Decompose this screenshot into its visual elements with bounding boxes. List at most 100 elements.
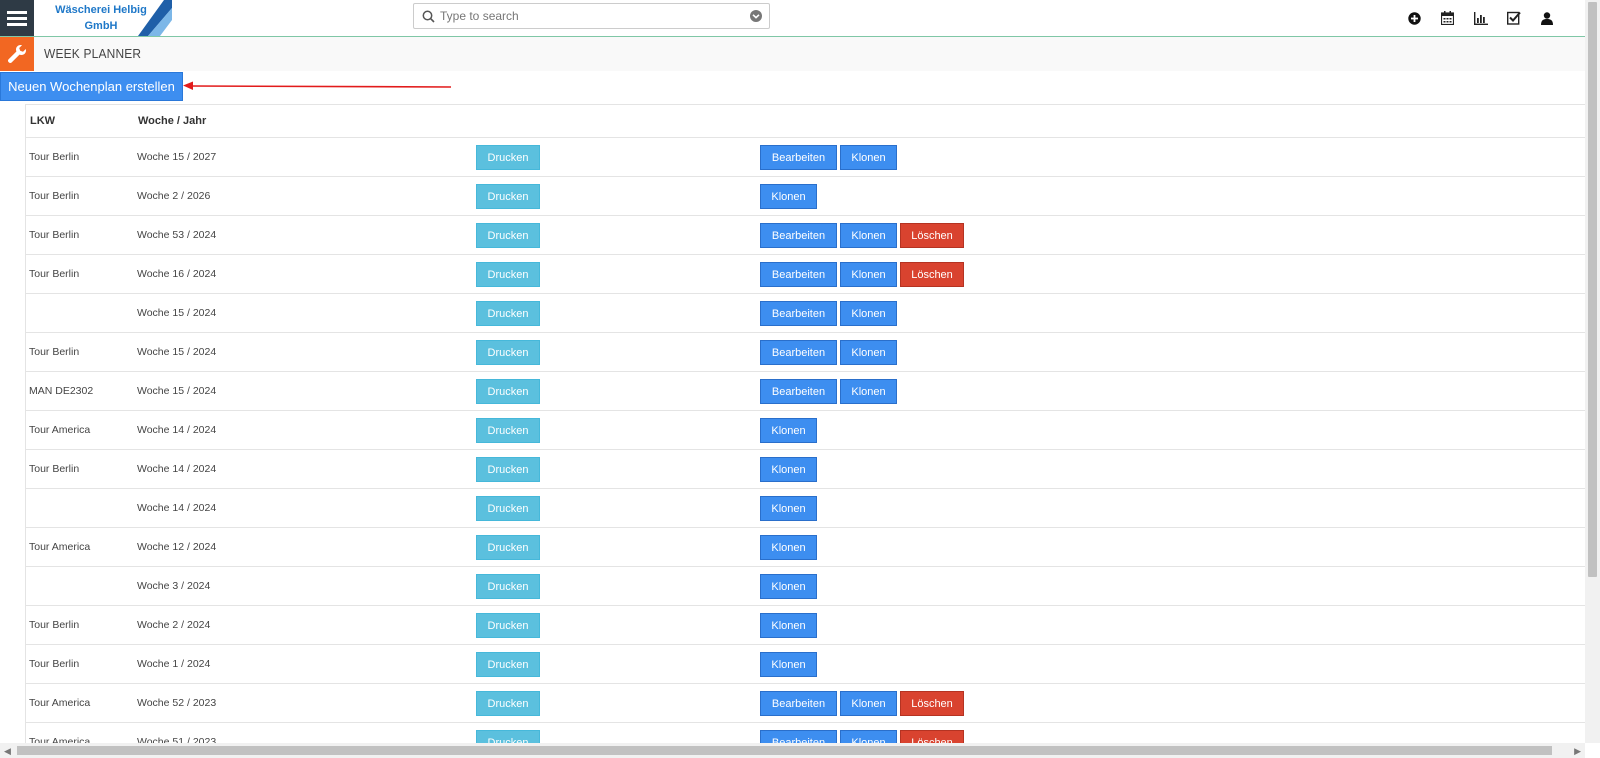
column-header-week: Woche / Jahr (138, 115, 207, 127)
create-week-plan-button[interactable]: Neuen Wochenplan erstellen (0, 72, 183, 101)
clone-button[interactable]: Klonen (760, 574, 817, 599)
print-button[interactable]: Drucken (476, 652, 540, 677)
edit-button[interactable]: Bearbeiten (760, 340, 837, 365)
clone-button[interactable]: Klonen (840, 340, 897, 365)
calendar-icon (1441, 11, 1454, 25)
print-button[interactable]: Drucken (476, 379, 540, 404)
clone-button[interactable]: Klonen (840, 223, 897, 248)
column-header-lkw: LKW (30, 115, 56, 127)
delete-button[interactable]: Löschen (900, 691, 964, 716)
clone-button[interactable]: Klonen (840, 379, 897, 404)
edit-button[interactable]: Bearbeiten (760, 223, 837, 248)
clone-button[interactable]: Klonen (760, 457, 817, 482)
clone-button[interactable]: Klonen (840, 145, 897, 170)
horizontal-scrollbar[interactable]: ◀ ▶ (0, 743, 1585, 758)
row-actions: Klonen (760, 574, 817, 599)
print-button[interactable]: Drucken (476, 535, 540, 560)
scroll-left-icon[interactable]: ◀ (4, 746, 11, 757)
print-button[interactable]: Drucken (476, 340, 540, 365)
clone-button[interactable]: Klonen (760, 613, 817, 638)
delete-button[interactable]: Löschen (900, 262, 964, 287)
table-row: Tour Berlin Woche 53 / 2024 Drucken Bearbei… (26, 216, 1586, 255)
row-actions: Bearbeiten Klonen (760, 301, 897, 326)
cell-lkw: Tour Berlin (29, 268, 80, 280)
print-button[interactable]: Drucken (476, 574, 540, 599)
cell-week: Woche 15 / 2024 (137, 307, 217, 319)
logo-mark-icon (138, 0, 172, 36)
table-row: Tour Berlin Woche 2 / 2026 Drucken Klonen (26, 177, 1586, 216)
row-actions: Bearbeiten Klonen (760, 379, 897, 404)
row-actions: Klonen (760, 184, 817, 209)
user-menu-button[interactable] (1530, 9, 1563, 27)
horizontal-scroll-thumb[interactable] (17, 746, 1552, 755)
cell-week: Woche 15 / 2024 (137, 385, 217, 397)
print-button[interactable]: Drucken (476, 691, 540, 716)
edit-button[interactable]: Bearbeiten (760, 691, 837, 716)
cell-lkw: Tour Berlin (29, 190, 80, 202)
clone-button[interactable]: Klonen (760, 652, 817, 677)
cell-week: Woche 1 / 2024 (137, 658, 211, 670)
row-actions: Klonen (760, 496, 817, 521)
edit-button[interactable]: Bearbeiten (760, 379, 837, 404)
user-icon (1540, 11, 1553, 25)
scroll-right-icon[interactable]: ▶ (1574, 746, 1581, 757)
cell-lkw: Tour America (29, 697, 91, 709)
print-button[interactable]: Drucken (476, 301, 540, 326)
search-input[interactable] (440, 7, 740, 25)
print-button[interactable]: Drucken (476, 496, 540, 521)
clone-button[interactable]: Klonen (840, 262, 897, 287)
calendar-button[interactable] (1431, 9, 1464, 27)
cell-week: Woche 15 / 2024 (137, 346, 217, 358)
cell-week: Woche 14 / 2024 (137, 424, 217, 436)
print-button[interactable]: Drucken (476, 418, 540, 443)
page-title: WEEK PLANNER (44, 46, 142, 61)
cell-week: Woche 14 / 2024 (137, 502, 217, 514)
table-body: Tour Berlin Woche 15 / 2027 Drucken Bearbei… (26, 138, 1586, 751)
delete-button[interactable]: Löschen (900, 223, 964, 248)
cell-lkw: Tour Berlin (29, 658, 80, 670)
clone-button[interactable]: Klonen (760, 535, 817, 560)
print-button[interactable]: Drucken (476, 145, 540, 170)
clone-button[interactable]: Klonen (840, 301, 897, 326)
vertical-scroll-thumb[interactable] (1588, 2, 1597, 577)
row-actions: BearbeitenKlonenLöschen (760, 223, 964, 248)
vertical-scrollbar[interactable] (1585, 0, 1600, 743)
top-icon-bar (1398, 9, 1563, 27)
print-button[interactable]: Drucken (476, 457, 540, 482)
table-row: Tour Berlin Woche 15 / 2027 Drucken Bearbei… (26, 138, 1586, 177)
cell-week: Woche 16 / 2024 (137, 268, 217, 280)
print-button[interactable]: Drucken (476, 613, 540, 638)
print-button[interactable]: Drucken (476, 262, 540, 287)
bar-chart-icon (1473, 11, 1488, 25)
hamburger-menu-button[interactable] (0, 0, 34, 36)
tasks-button[interactable] (1497, 9, 1530, 27)
clone-button[interactable]: Klonen (760, 184, 817, 209)
edit-button[interactable]: Bearbeiten (760, 145, 837, 170)
reports-button[interactable] (1464, 9, 1497, 27)
clone-button[interactable]: Klonen (760, 496, 817, 521)
add-button[interactable] (1398, 9, 1431, 27)
table-row: Woche 14 / 2024 Drucken Klonen (26, 489, 1586, 528)
cell-week: Woche 15 / 2027 (137, 151, 217, 163)
table-row: Tour Berlin Woche 1 / 2024 Drucken Klonen (26, 645, 1586, 684)
table-row: MAN DE2302 Woche 15 / 2024 Drucken Bearbeit… (26, 372, 1586, 411)
table-row: Tour Berlin Woche 2 / 2024 Drucken Klonen (26, 606, 1586, 645)
table-row: Woche 3 / 2024 Drucken Klonen (26, 567, 1586, 606)
table-row: Tour America Woche 14 / 2024 Drucken Klonen (26, 411, 1586, 450)
brand-logo[interactable]: Wäscherei Helbig GmbH (36, 0, 176, 36)
top-bar: Wäscherei Helbig GmbH (0, 0, 1585, 37)
chevron-down-icon[interactable] (750, 10, 762, 22)
clone-button[interactable]: Klonen (760, 418, 817, 443)
search-box[interactable] (413, 3, 770, 29)
edit-button[interactable]: Bearbeiten (760, 301, 837, 326)
print-button[interactable]: Drucken (476, 184, 540, 209)
row-actions: Klonen (760, 457, 817, 482)
checkbox-checked-icon (1506, 11, 1521, 25)
cell-lkw: MAN DE2302 (29, 385, 94, 397)
row-actions: Klonen (760, 652, 817, 677)
plus-circle-icon (1408, 11, 1421, 25)
module-icon-box (0, 37, 34, 71)
clone-button[interactable]: Klonen (840, 691, 897, 716)
edit-button[interactable]: Bearbeiten (760, 262, 837, 287)
print-button[interactable]: Drucken (476, 223, 540, 248)
